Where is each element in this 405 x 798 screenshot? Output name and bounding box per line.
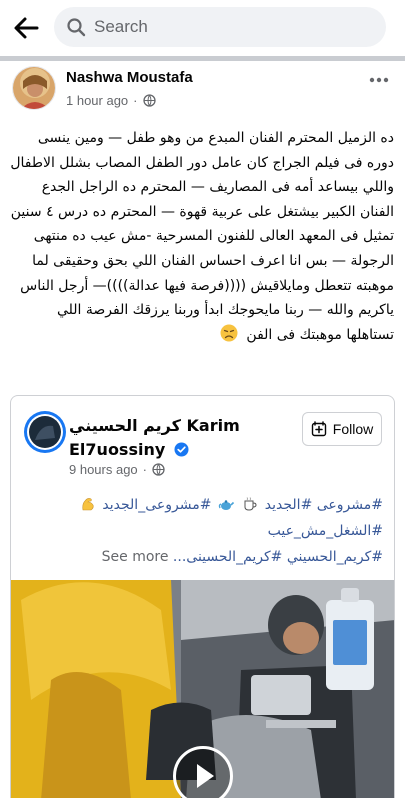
post-time[interactable]: 1 hour ago: [66, 93, 128, 108]
video-thumbnail[interactable]: [11, 580, 394, 798]
hashtag[interactable]: #كريم_الحسينى...: [173, 549, 282, 565]
meta-separator: ·: [133, 93, 138, 108]
arrow-left-icon: [14, 17, 39, 39]
hashtag[interactable]: #الجديد: [265, 497, 313, 513]
see-more-link[interactable]: See more: [102, 549, 169, 565]
search-input[interactable]: [94, 17, 364, 37]
back-button[interactable]: [8, 10, 44, 46]
author-name[interactable]: Nashwa Moustafa: [66, 69, 193, 86]
search-icon: [66, 17, 86, 37]
hashtag[interactable]: #مشروعى_الجديد: [102, 497, 211, 513]
hashtag[interactable]: #مشروعى: [317, 497, 383, 513]
post-header: Nashwa Moustafa 1 hour ago ·: [0, 66, 405, 116]
hashtag-line-2: #الشغل_مش_عيب: [23, 518, 383, 544]
follow-label: Follow: [332, 421, 374, 437]
more-options-button[interactable]: [367, 70, 391, 90]
hashtag[interactable]: #الشغل_مش_عيب: [268, 523, 383, 539]
flexed-biceps-icon: [80, 495, 96, 511]
hashtag-line-3: #كريم_الحسيني #كريم_الحسينى... See more: [23, 544, 383, 570]
top-bar: [0, 0, 405, 56]
teapot-icon: [218, 495, 234, 511]
shared-post-meta: 9 hours ago ·: [69, 462, 165, 477]
coffee-cup-icon: [242, 495, 258, 511]
post-text: ده الزميل المحترم الفنان المبدع من وهو ط…: [8, 126, 394, 347]
hashtag[interactable]: #كريم_الحسيني: [287, 549, 383, 565]
verified-badge-icon: [174, 440, 189, 457]
sad-face-icon: [220, 324, 238, 342]
follow-page-icon: [311, 421, 327, 437]
avatar[interactable]: [12, 66, 56, 110]
shared-author-name[interactable]: كريم الحسيني Karim El7uossiny: [69, 414, 289, 462]
play-icon: [197, 764, 214, 788]
play-button[interactable]: [173, 746, 233, 798]
search-bar[interactable]: [54, 7, 386, 47]
shared-post-time[interactable]: 9 hours ago: [69, 462, 138, 477]
post-body: ده الزميل المحترم الفنان المبدع من وهو ط…: [10, 130, 394, 343]
shared-post-text: #مشروعى #الجديد #مشروعى_الجديد #الشغل_مش…: [23, 492, 383, 570]
globe-icon: [142, 94, 156, 107]
hashtag-line-1: #مشروعى #الجديد #مشروعى_الجديد: [23, 492, 383, 518]
shared-avatar[interactable]: [23, 410, 67, 454]
shared-post-card[interactable]: كريم الحسيني Karim El7uossiny 9 hours ag…: [10, 395, 395, 798]
follow-button[interactable]: Follow: [302, 412, 382, 446]
shared-meta-separator: ·: [142, 462, 148, 477]
shared-author-text[interactable]: كريم الحسيني Karim El7uossiny: [69, 416, 240, 459]
feed-divider: [0, 56, 405, 61]
post-meta: 1 hour ago ·: [66, 93, 156, 108]
more-horizontal-icon: [369, 77, 389, 83]
globe-icon: [152, 463, 165, 476]
